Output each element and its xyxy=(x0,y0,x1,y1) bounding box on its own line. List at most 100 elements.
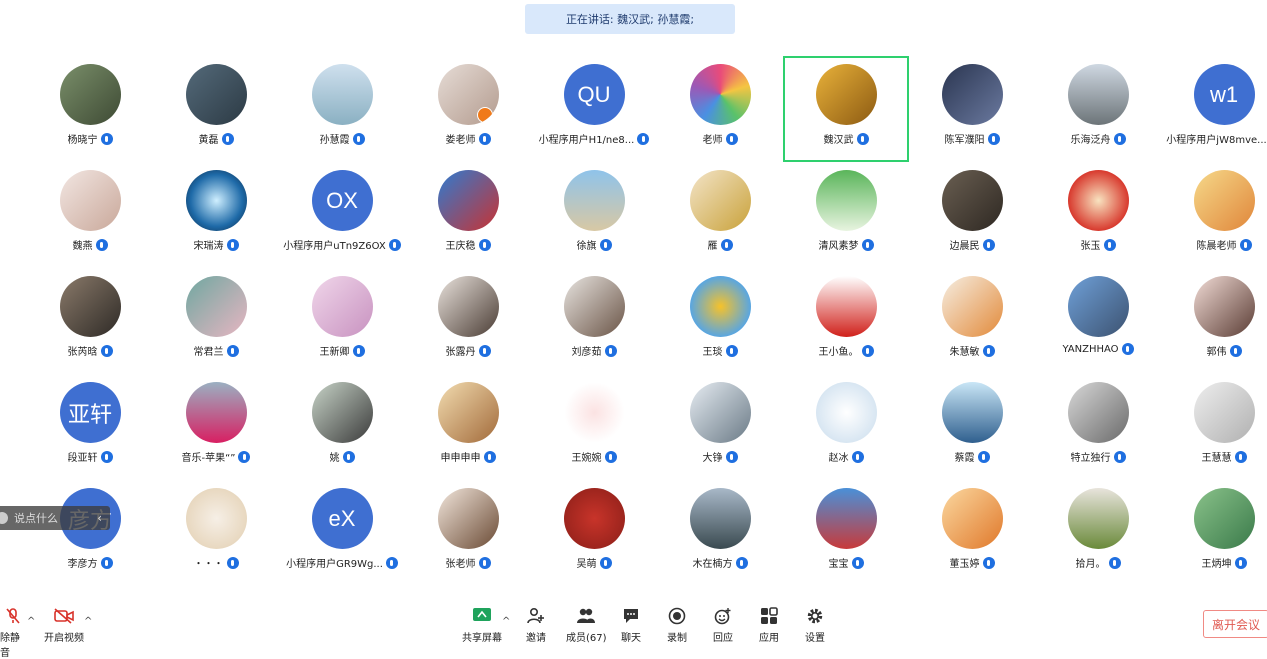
avatar xyxy=(563,170,625,231)
participant-tile[interactable]: 王庆稳 xyxy=(405,162,531,268)
participant-tile[interactable]: 宋瑞涛 xyxy=(153,162,279,268)
participant-tile[interactable]: 王炳坤 xyxy=(1161,480,1267,586)
participant-tile[interactable]: 姚 xyxy=(279,374,405,480)
record-button[interactable]: 录制 xyxy=(667,606,687,644)
participant-tile[interactable]: 王新卿 xyxy=(279,268,405,374)
participant-tile[interactable]: 特立独行 xyxy=(1035,374,1161,480)
participant-tile[interactable]: 王小鱼。 xyxy=(783,268,909,374)
chevron-up-icon[interactable]: ^ xyxy=(84,616,92,627)
participant-name: 姚 xyxy=(329,453,340,464)
participant-tile[interactable]: 申申申申 xyxy=(405,374,531,480)
participant-tile[interactable]: 拾月。 xyxy=(1035,480,1161,586)
participant-tile[interactable]: 黄磊 xyxy=(153,56,279,162)
chevron-left-icon[interactable]: ‹ xyxy=(97,511,102,525)
mic-icon xyxy=(725,132,738,145)
participant-tile[interactable]: 魏汉武 xyxy=(783,56,909,162)
participant-tile[interactable]: 陈军濮阳 xyxy=(909,56,1035,162)
mic-icon xyxy=(982,556,995,569)
participant-tile[interactable]: 徐旗 xyxy=(531,162,657,268)
close-icon[interactable] xyxy=(0,512,8,524)
avatar xyxy=(437,64,499,125)
settings-button[interactable]: 设置 xyxy=(805,606,825,644)
participant-tile[interactable]: YANZHHAO xyxy=(1035,268,1161,374)
participant-tile[interactable]: 张芮晗 xyxy=(27,268,153,374)
participant-tile[interactable]: 老师 xyxy=(657,56,783,162)
participant-tile[interactable]: 宝宝 xyxy=(783,480,909,586)
avatar xyxy=(941,488,1003,549)
start-video-button[interactable]: 开启视频 xyxy=(44,606,84,644)
participant-name-row: 郭伟 xyxy=(1207,343,1242,358)
participant-tile[interactable]: 赵冰 xyxy=(783,374,909,480)
participant-name: 王庆稳 xyxy=(445,241,476,252)
participant-tile[interactable]: 音乐-苹果“” xyxy=(153,374,279,480)
record-icon xyxy=(667,606,687,626)
participant-name-row: 特立独行 xyxy=(1071,449,1126,464)
participant-tile[interactable]: 魏燕 xyxy=(27,162,153,268)
participant-tile[interactable]: 朱慧敏 xyxy=(909,268,1035,374)
members-label: 成员(67) xyxy=(566,633,607,644)
chevron-up-icon[interactable]: ^ xyxy=(27,616,35,627)
avatar xyxy=(941,170,1003,231)
leave-meeting-button[interactable]: 离开会议 xyxy=(1203,610,1267,638)
participant-tile[interactable]: 刘彦茹 xyxy=(531,268,657,374)
participant-tile[interactable]: ・・・ xyxy=(153,480,279,586)
participant-tile[interactable]: 雁 xyxy=(657,162,783,268)
mic-icon xyxy=(226,556,239,569)
participant-tile[interactable]: 大铮 xyxy=(657,374,783,480)
participant-tile[interactable]: 清风素梦 xyxy=(783,162,909,268)
participant-name-row: 王新卿 xyxy=(320,343,365,358)
participant-tile[interactable]: OX 小程序用户uTn9Z6OX xyxy=(279,162,405,268)
participant-tile[interactable]: 陈晨老师 xyxy=(1161,162,1267,268)
avatar: QU xyxy=(563,64,625,125)
participant-tile[interactable]: w1 小程序用户jW8mve... xyxy=(1161,56,1267,162)
participant-tile[interactable]: 张露丹 xyxy=(405,268,531,374)
participant-tile[interactable]: eX 小程序用户GR9Wg... xyxy=(279,480,405,586)
participant-tile[interactable]: 王婉婉 xyxy=(531,374,657,480)
participant-tile[interactable]: 孙慧霞 xyxy=(279,56,405,162)
mic-icon xyxy=(599,556,612,569)
mic-icon xyxy=(352,344,365,357)
chat-hint-bar[interactable]: 说点什么 ‹ xyxy=(0,506,110,530)
participant-tile[interactable]: 彦方李彦方 xyxy=(27,480,153,586)
chevron-up-icon[interactable]: ^ xyxy=(502,616,510,627)
participant-tile[interactable]: 蔡霞 xyxy=(909,374,1035,480)
invite-button[interactable]: 邀请 xyxy=(526,606,546,644)
participant-tile[interactable]: 杨晓宁 xyxy=(27,56,153,162)
participant-tile[interactable]: QU 小程序用户H1/ne8... xyxy=(531,56,657,162)
participant-name-row: 娄老师 xyxy=(446,131,491,146)
participant-name: 老师 xyxy=(702,135,723,146)
participant-name: 郭伟 xyxy=(1206,347,1227,358)
participant-name: 王慧慧 xyxy=(1201,453,1232,464)
participant-tile[interactable]: 亚轩 段亚轩 xyxy=(27,374,153,480)
gear-icon xyxy=(805,606,825,626)
share-screen-label: 共享屏幕 xyxy=(462,633,502,644)
share-screen-button[interactable]: 共享屏幕 xyxy=(462,606,502,644)
participant-tile[interactable]: 董玉婷 xyxy=(909,480,1035,586)
mic-icon xyxy=(599,238,612,251)
mic-icon xyxy=(100,450,113,463)
participant-tile[interactable]: 娄老师 xyxy=(405,56,531,162)
members-button[interactable]: 成员(67) xyxy=(566,606,607,644)
mic-icon xyxy=(861,344,874,357)
unmute-button[interactable]: 除静音 xyxy=(0,606,26,659)
participant-tile[interactable]: 边晨民 xyxy=(909,162,1035,268)
participant-tile[interactable]: 乐海泛舟 xyxy=(1035,56,1161,162)
participant-tile[interactable]: 木在楠方 xyxy=(657,480,783,586)
participant-name: 朱慧敏 xyxy=(949,347,980,358)
participant-tile[interactable]: 吴萌 xyxy=(531,480,657,586)
mic-icon xyxy=(100,132,113,145)
avatar xyxy=(1067,488,1129,549)
reaction-button[interactable]: 回应 xyxy=(713,606,733,644)
participant-tile[interactable]: 郭伟 xyxy=(1161,268,1267,374)
chat-button[interactable]: 聊天 xyxy=(621,606,641,644)
participant-name-row: 魏汉武 xyxy=(824,131,869,146)
mic-icon xyxy=(720,238,733,251)
participant-tile[interactable]: 张玉 xyxy=(1035,162,1161,268)
participant-tile[interactable]: 常君兰 xyxy=(153,268,279,374)
participant-tile[interactable]: 张老师 xyxy=(405,480,531,586)
participant-name: 娄老师 xyxy=(445,135,476,146)
apps-button[interactable]: 应用 xyxy=(759,606,779,644)
avatar xyxy=(437,170,499,231)
participant-tile[interactable]: 王琰 xyxy=(657,268,783,374)
participant-tile[interactable]: 王慧慧 xyxy=(1161,374,1267,480)
